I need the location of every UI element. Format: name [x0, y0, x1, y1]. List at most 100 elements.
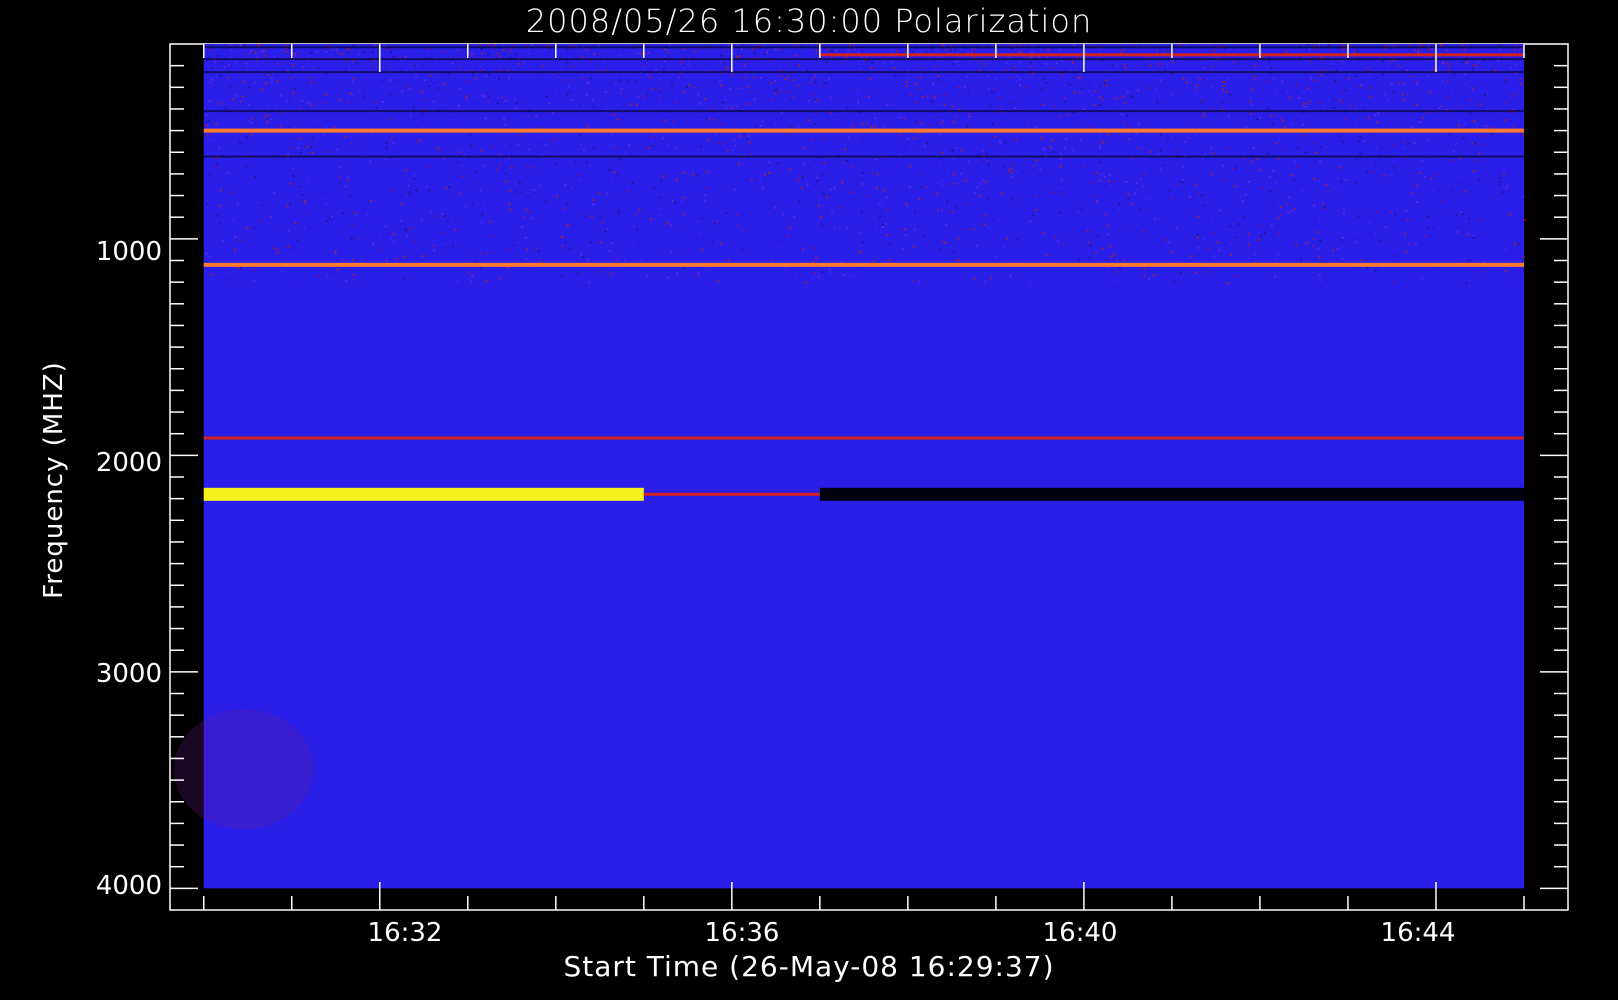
heatmap-speckle — [1302, 102, 1305, 105]
heatmap-speckle — [955, 206, 958, 209]
heatmap-speckle — [1099, 48, 1102, 51]
heatmap-speckle — [1504, 80, 1507, 83]
heatmap-speckle — [866, 122, 869, 125]
y-tick-label: 4000 — [95, 871, 162, 901]
heatmap-speckle — [1306, 87, 1309, 90]
heatmap-speckle — [647, 51, 650, 54]
heatmap-speckle — [210, 273, 213, 276]
heatmap-speckle — [992, 123, 995, 126]
heatmap-speckle — [1283, 125, 1286, 128]
heatmap-speckle — [1505, 187, 1508, 190]
heatmap-speckle — [496, 102, 499, 105]
heatmap-speckle — [205, 114, 208, 117]
heatmap-speckle — [242, 81, 245, 84]
heatmap-speckle — [475, 95, 478, 98]
heatmap-speckle — [239, 132, 242, 135]
heatmap-speckle — [732, 52, 735, 55]
heatmap-speckle — [816, 180, 819, 183]
heatmap-speckle — [1340, 134, 1343, 137]
heatmap-speckle — [727, 44, 730, 47]
heatmap-speckle — [286, 204, 289, 207]
heatmap-speckle — [381, 101, 384, 104]
heatmap-speckle — [1295, 83, 1298, 86]
heatmap-speckle — [670, 224, 673, 227]
heatmap-speckle — [203, 107, 206, 110]
heatmap-speckle — [228, 278, 231, 281]
heatmap-speckle — [405, 194, 408, 197]
heatmap-speckle — [834, 228, 837, 231]
heatmap-speckle — [486, 251, 489, 254]
heatmap-speckle — [1170, 93, 1173, 96]
heatmap-speckle — [484, 117, 487, 120]
heatmap-speckle — [545, 95, 548, 98]
heatmap-speckle — [670, 251, 673, 254]
heatmap-speckle — [1514, 243, 1517, 246]
heatmap-speckle — [1369, 86, 1372, 89]
heatmap-background — [203, 44, 1524, 889]
heatmap-speckle — [1299, 257, 1302, 260]
heatmap-speckle — [353, 211, 356, 214]
heatmap-speckle — [1029, 61, 1032, 64]
heatmap-speckle — [1301, 190, 1304, 193]
heatmap-speckle — [1481, 270, 1484, 273]
heatmap-speckle — [998, 219, 1001, 222]
heatmap-speckle — [208, 256, 211, 259]
heatmap-speckle — [1464, 190, 1467, 193]
heatmap-speckle — [793, 95, 796, 98]
heatmap-speckle — [770, 98, 773, 101]
heatmap-speckle — [1360, 259, 1363, 262]
heatmap-speckle — [1377, 112, 1380, 115]
heatmap-speckle — [702, 118, 705, 121]
heatmap-speckle — [352, 44, 355, 47]
heatmap-speckle — [1428, 150, 1431, 153]
heatmap-speckle — [256, 56, 259, 59]
heatmap-speckle — [562, 208, 565, 211]
heatmap-speckle — [574, 161, 577, 164]
heatmap-speckle — [1093, 104, 1096, 107]
heatmap-speckle — [1342, 212, 1345, 215]
heatmap-speckle — [780, 246, 783, 249]
heatmap-speckle — [964, 202, 967, 205]
heatmap-speckle — [1312, 238, 1315, 241]
chart-title: 2008/05/26 16:30:00 Polarization — [525, 2, 1093, 40]
heatmap-speckle — [1522, 195, 1525, 198]
heatmap-speckle — [1290, 209, 1293, 212]
heatmap-speckle — [1397, 64, 1400, 67]
heatmap-speckle — [569, 247, 572, 250]
heatmap-speckle — [1419, 44, 1422, 47]
heatmap-speckle — [286, 100, 289, 103]
heatmap-speckle — [1089, 256, 1092, 259]
heatmap-speckle — [1421, 116, 1424, 119]
heatmap-speckle — [1313, 177, 1316, 180]
heatmap-speckle — [325, 50, 328, 53]
heatmap-speckle — [316, 67, 319, 70]
heatmap-speckle — [1040, 88, 1043, 91]
heatmap-speckle — [720, 84, 723, 87]
heatmap-speckle — [611, 242, 614, 245]
heatmap-speckle — [489, 220, 492, 223]
heatmap-speckle — [491, 145, 494, 148]
heatmap-speckle — [499, 153, 502, 156]
heatmap-speckle — [941, 151, 944, 154]
heatmap-speckle — [838, 227, 841, 230]
heatmap-speckle — [1059, 48, 1062, 51]
heatmap-speckle — [508, 249, 511, 252]
heatmap-speckle — [1076, 75, 1079, 78]
heatmap-speckle — [544, 200, 547, 203]
heatmap-speckle — [1101, 98, 1104, 101]
heatmap-speckle — [279, 124, 282, 127]
heatmap-speckle — [1042, 62, 1045, 65]
heatmap-speckle — [447, 72, 450, 75]
heatmap-speckle — [921, 67, 924, 70]
heatmap-speckle — [1277, 232, 1280, 235]
heatmap-speckle — [620, 92, 623, 95]
heatmap-dark-stripe — [203, 155, 1524, 158]
heatmap-speckle — [380, 85, 383, 88]
heatmap-speckle — [554, 73, 557, 76]
heatmap-speckle — [682, 90, 685, 93]
heatmap-speckle — [939, 248, 942, 251]
heatmap-speckle — [931, 100, 934, 103]
heatmap-speckle — [425, 99, 428, 102]
heatmap-speckle — [1522, 256, 1525, 259]
heatmap-speckle — [1504, 270, 1507, 273]
